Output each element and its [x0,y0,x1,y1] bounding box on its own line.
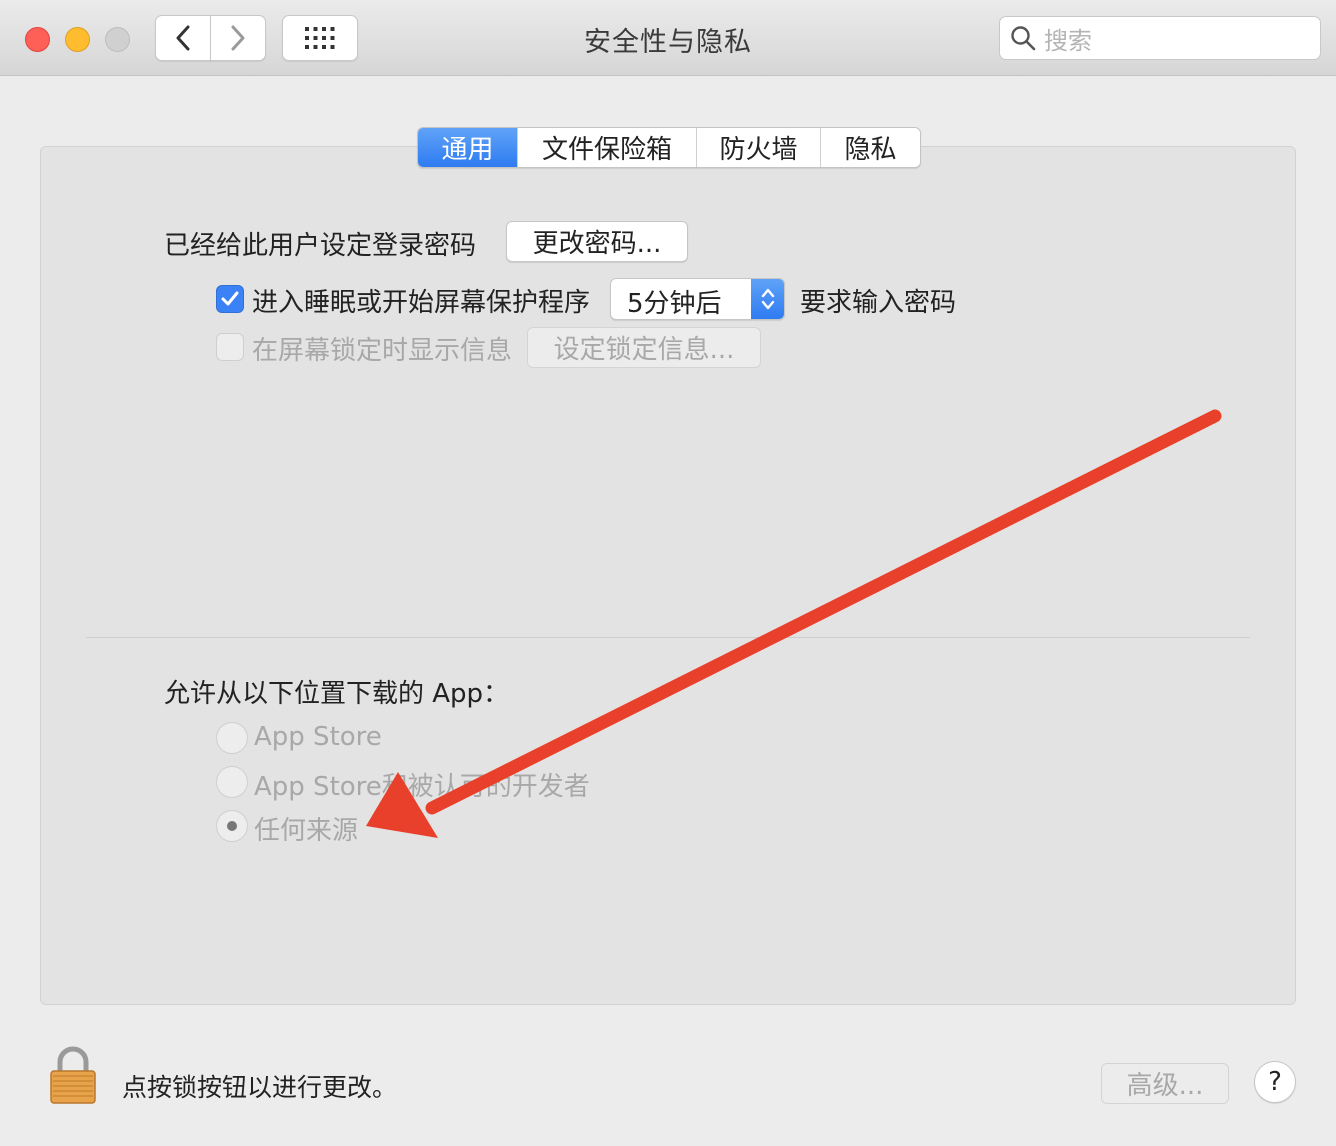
lock-icon[interactable] [48,1046,98,1106]
radio-anywhere-label: 任何来源 [254,816,359,846]
tab-privacy[interactable]: 隐私 [821,128,920,167]
search-field[interactable]: 搜索 [999,16,1321,60]
tab-general[interactable]: 通用 [418,128,518,167]
advanced-button[interactable]: 高级... [1101,1063,1229,1104]
title-bar: 安全性与隐私 搜索 [0,0,1336,76]
lock-hint: 点按锁按钮以进行更改。 [122,1073,398,1102]
search-placeholder: 搜索 [1044,26,1092,55]
password-delay-value: 5分钟后 [627,289,722,319]
content-panel [40,146,1296,1005]
section-divider [86,637,1250,638]
help-button[interactable]: ? [1254,1061,1296,1103]
radio-app-store-label: App Store [254,722,382,752]
radio-identified-developers[interactable] [216,766,248,798]
stepper-icon [751,279,784,319]
require-password-suffix: 要求输入密码 [800,288,957,318]
password-delay-select[interactable]: 5分钟后 [610,278,785,320]
checkmark-icon [221,291,239,306]
show-message-checkbox[interactable] [216,333,244,361]
downloads-heading: 允许从以下位置下载的 App： [164,679,510,709]
radio-identified-developers-label: App Store和被认可的开发者 [254,772,590,802]
show-message-label: 在屏幕锁定时显示信息 [252,336,513,366]
radio-app-store[interactable] [216,722,248,754]
password-set-label: 已经给此用户设定登录密码 [164,231,477,261]
require-password-label: 进入睡眠或开始屏幕保护程序 [252,288,591,318]
radio-anywhere[interactable] [216,810,248,842]
tab-firewall[interactable]: 防火墙 [697,128,821,167]
radio-selected-dot [227,821,237,831]
tab-filevault[interactable]: 文件保险箱 [518,128,697,167]
require-password-checkbox[interactable] [216,285,244,313]
set-lock-message-button[interactable]: 设定锁定信息... [527,327,761,368]
tab-bar: 通用 文件保险箱 防火墙 隐私 [417,127,921,168]
search-icon [1011,26,1036,51]
change-password-button[interactable]: 更改密码... [506,221,688,262]
